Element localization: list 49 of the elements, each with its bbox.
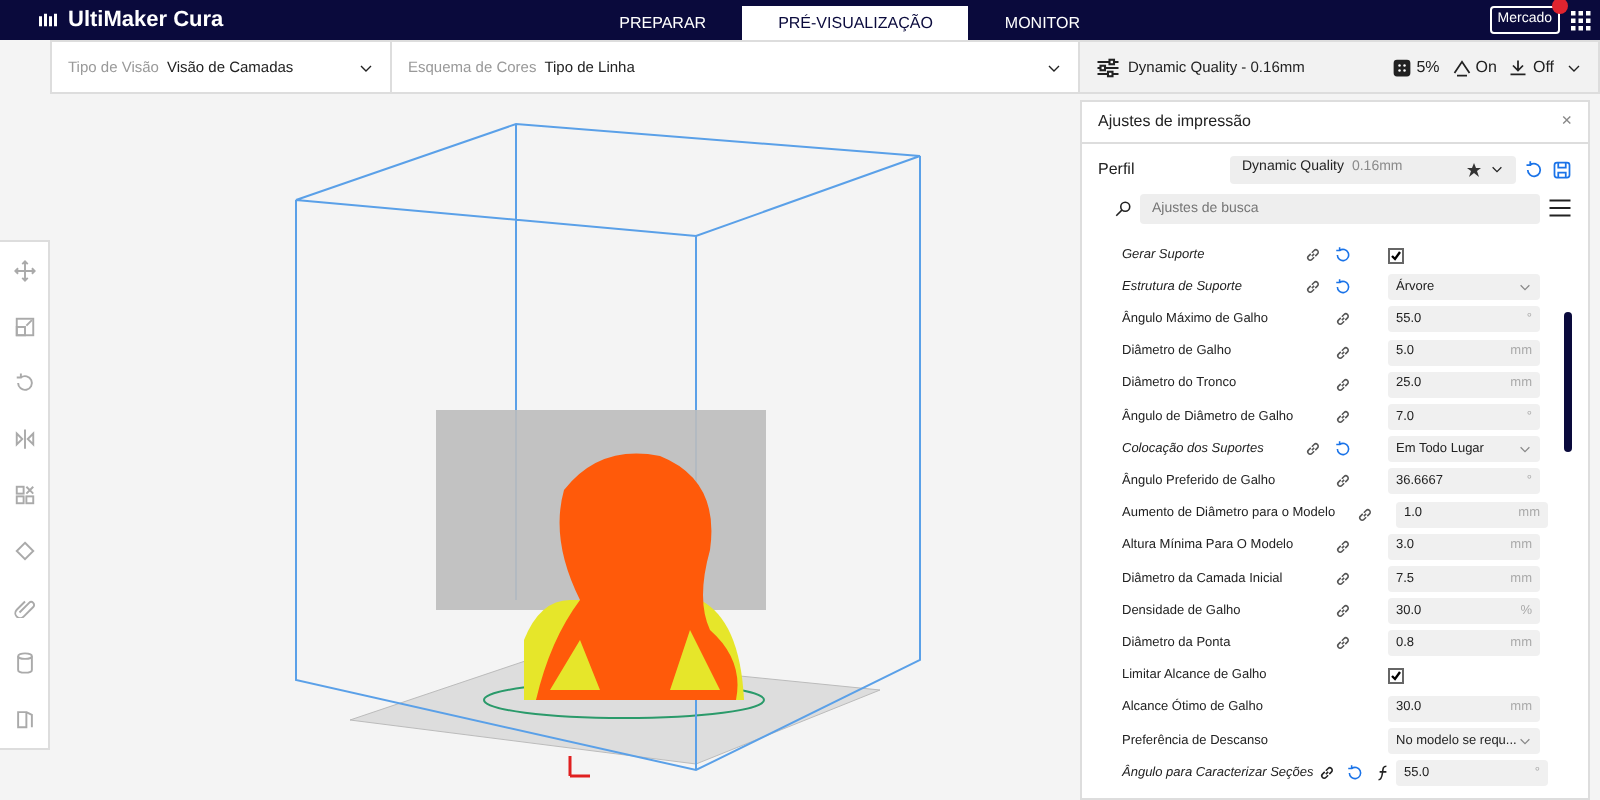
- save-icon[interactable]: [1552, 159, 1572, 179]
- profile-label: Perfil: [1098, 157, 1137, 181]
- link-icon[interactable]: [1334, 343, 1352, 362]
- link-icon[interactable]: [1318, 764, 1337, 783]
- paperclip-icon[interactable]: [13, 596, 35, 619]
- link-icon[interactable]: [1334, 569, 1352, 588]
- link-icon[interactable]: [1334, 537, 1352, 556]
- apps-grid-icon[interactable]: [1568, 8, 1592, 32]
- reset-icon[interactable]: [1524, 159, 1544, 179]
- chevron-down-icon: [1518, 442, 1532, 457]
- checkbox[interactable]: [1388, 668, 1404, 685]
- function-icon[interactable]: [1373, 764, 1392, 783]
- support-icon: [1451, 57, 1472, 77]
- chevron-down-icon: [1518, 733, 1532, 748]
- link-icon[interactable]: [1304, 278, 1322, 297]
- stage-tab[interactable]: MONITOR: [968, 6, 1117, 40]
- logo-text: UltiMaker Cura: [66, 5, 224, 36]
- sliders-icon: [1096, 55, 1120, 79]
- close-button[interactable]: ×: [1561, 108, 1572, 135]
- chevron-down-icon: [1518, 280, 1532, 295]
- adhesion-value: Off: [1532, 55, 1554, 79]
- link-icon[interactable]: [1334, 375, 1352, 394]
- link-icon[interactable]: [1334, 634, 1352, 653]
- star-icon: [1466, 161, 1482, 177]
- logo-icon: [36, 10, 60, 30]
- infill-icon: [1392, 57, 1413, 77]
- link-icon[interactable]: [1304, 246, 1322, 265]
- panel-title: Ajustes de impressão: [1098, 109, 1251, 134]
- axis-origin-icon: [568, 754, 592, 778]
- reset-icon[interactable]: [1334, 246, 1352, 265]
- link-icon[interactable]: [1334, 408, 1352, 427]
- reset-icon[interactable]: [1334, 440, 1352, 459]
- menu-icon[interactable]: [1548, 196, 1572, 220]
- stage-tab[interactable]: PREPARAR: [583, 6, 743, 40]
- link-icon[interactable]: [1334, 472, 1352, 491]
- checkbox[interactable]: [1388, 247, 1404, 264]
- search-icon: [1114, 199, 1132, 217]
- link-icon[interactable]: [1334, 602, 1352, 621]
- link-icon[interactable]: [1356, 505, 1375, 524]
- reset-icon[interactable]: [1345, 764, 1364, 783]
- infill-value: 5%: [1416, 55, 1440, 79]
- stage-tab[interactable]: PRÉ-VISUALIZAÇÃO: [742, 6, 969, 40]
- reset-icon[interactable]: [1334, 278, 1352, 297]
- chevron-down-icon: [1490, 162, 1504, 176]
- link-icon[interactable]: [1334, 310, 1352, 329]
- support-value: On: [1475, 55, 1497, 79]
- link-icon[interactable]: [1304, 440, 1322, 459]
- adhesion-icon: [1508, 57, 1529, 77]
- scrollbar[interactable]: [1564, 312, 1572, 452]
